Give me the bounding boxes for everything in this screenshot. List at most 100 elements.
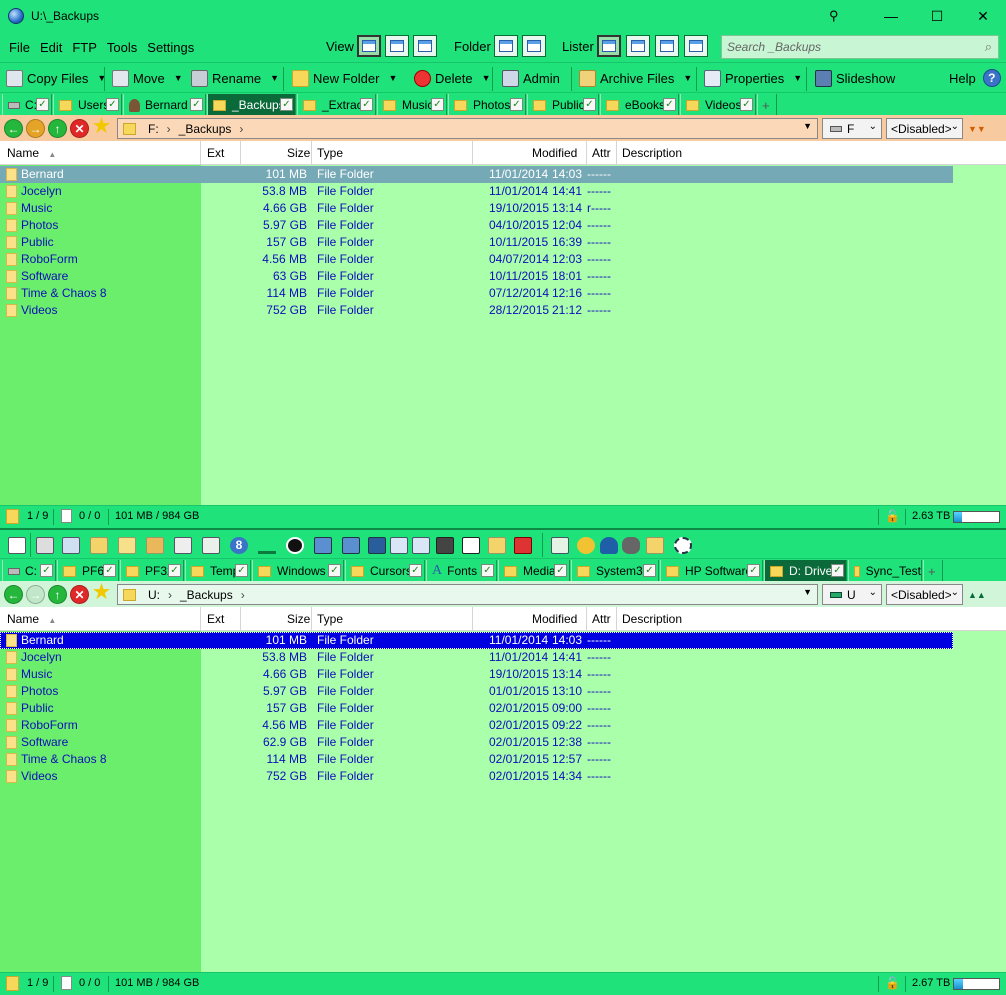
table-row[interactable]: Software 63 GB File Folder 10/11/2015 18:01-…: [0, 268, 953, 285]
folder-add-icon[interactable]: [646, 537, 664, 554]
new-tab-button[interactable]: +: [923, 560, 943, 582]
back-icon[interactable]: ←: [4, 119, 23, 138]
column-size[interactable]: Size: [287, 146, 310, 162]
column-description[interactable]: Description: [622, 612, 682, 628]
yin-yang-icon[interactable]: [286, 537, 304, 554]
lock-icon[interactable]: 🔓: [885, 976, 900, 990]
settings-gear-icon[interactable]: [674, 537, 692, 554]
table-row[interactable]: Time & Chaos 8 114 MB File Folder 02/01/201…: [0, 751, 953, 768]
back-icon[interactable]: ←: [4, 585, 23, 604]
tab-hp-software[interactable]: HP Software ✓: [660, 560, 763, 582]
tab-c-drive[interactable]: C: ✓: [2, 560, 56, 582]
path-breadcrumb[interactable]: F: › _Backups › ▼: [117, 118, 818, 139]
drive-select[interactable]: F ⌄: [822, 118, 882, 139]
folder-tools-icon[interactable]: [146, 537, 164, 554]
tab-users[interactable]: Users ✓: [53, 94, 122, 116]
breadcrumb-chevron-icon[interactable]: ›: [239, 122, 243, 136]
close-button[interactable]: ✕: [960, 0, 1006, 32]
table-row[interactable]: Videos 752 GB File Folder 02/01/2015 14:34 --…: [0, 768, 953, 785]
return-arrow-icon[interactable]: [258, 537, 276, 554]
tab-pf64[interactable]: PF64 ✓: [57, 560, 119, 582]
up-icon[interactable]: ↑: [48, 585, 67, 604]
tab-system32[interactable]: System32 ✓: [571, 560, 659, 582]
column-type[interactable]: Type: [317, 146, 343, 162]
tab-music[interactable]: Music ✓: [377, 94, 447, 116]
tab-videos[interactable]: Videos ✓: [680, 94, 756, 116]
lister-viewer-button[interactable]: [684, 35, 708, 57]
archive-files-button[interactable]: Archive Files ▼: [579, 67, 692, 89]
breadcrumb-folder[interactable]: _Backups: [179, 122, 232, 136]
copy-files-button[interactable]: Copy Files ▼: [6, 67, 106, 89]
tab-ebooks[interactable]: eBooks ✓: [600, 94, 679, 116]
keyboard-icon[interactable]: [436, 537, 454, 554]
column-divider[interactable]: [586, 607, 587, 631]
paint-icon[interactable]: [577, 537, 595, 554]
folder-compare-icon[interactable]: [488, 537, 506, 554]
column-attr[interactable]: Attr: [592, 612, 611, 628]
view-thumbnails-button[interactable]: [413, 35, 437, 57]
column-size[interactable]: Size: [287, 612, 310, 628]
lock-icon[interactable]: 🔓: [885, 509, 900, 523]
tab-public[interactable]: Public ✓: [527, 94, 599, 116]
search-folder-icon[interactable]: [118, 537, 136, 554]
tab-sync-test[interactable]: Sync_Test: [848, 560, 922, 582]
column-divider[interactable]: [586, 141, 587, 165]
tab-pf32[interactable]: PF32 ✓: [120, 560, 184, 582]
view-power-button[interactable]: [385, 35, 409, 57]
column-divider[interactable]: [240, 141, 241, 165]
tab-backups[interactable]: _Backups ✓: [207, 94, 296, 116]
column-divider[interactable]: [472, 607, 473, 631]
windows-8-icon[interactable]: 8: [230, 537, 248, 554]
mouse-icon[interactable]: [622, 537, 640, 554]
chevron-down-icon[interactable]: ▼: [683, 73, 692, 83]
console-icon[interactable]: [412, 537, 430, 554]
column-divider[interactable]: [200, 607, 201, 631]
column-modified[interactable]: Modified: [532, 612, 577, 628]
filter-select[interactable]: <Disabled> ⌄: [886, 584, 963, 605]
lister-horizontal-button[interactable]: [655, 35, 679, 57]
table-row[interactable]: RoboForm 4.56 MB File Folder 04/07/2014 12:0…: [0, 251, 953, 268]
column-description[interactable]: Description: [622, 146, 682, 162]
breadcrumb-drive[interactable]: U:: [148, 588, 160, 602]
forward-icon[interactable]: →: [26, 119, 45, 138]
move-button[interactable]: Move ▼: [112, 67, 183, 89]
maximize-button[interactable]: ☐: [914, 0, 960, 32]
table-row[interactable]: RoboForm 4.56 MB File Folder 02/01/2015 09:2…: [0, 717, 953, 734]
column-divider[interactable]: [616, 141, 617, 165]
tab-extract[interactable]: _Extract ✓: [297, 94, 376, 116]
menu-edit[interactable]: Edit: [35, 40, 67, 55]
table-row[interactable]: Bernard 101 MB File Folder 11/01/2014 14:03-…: [0, 632, 953, 649]
column-attr[interactable]: Attr: [592, 146, 611, 162]
monitor-icon[interactable]: [368, 537, 386, 554]
column-ext[interactable]: Ext: [207, 612, 224, 628]
network-icon[interactable]: [314, 537, 332, 554]
view-details-button[interactable]: [357, 35, 381, 57]
onedrive-icon[interactable]: [600, 537, 618, 554]
favorites-star-icon[interactable]: ★: [92, 116, 111, 137]
expand-icon[interactable]: ▲▲: [968, 590, 986, 600]
column-divider[interactable]: [311, 607, 312, 631]
image-viewer-icon[interactable]: [174, 537, 192, 554]
help-button[interactable]: Help?: [949, 67, 1001, 89]
checklist-icon[interactable]: [462, 537, 480, 554]
path-breadcrumb[interactable]: U: › _Backups › ▼: [117, 584, 818, 605]
rename-button[interactable]: Rename ▼: [191, 67, 279, 89]
column-divider[interactable]: [311, 141, 312, 165]
shapes-icon[interactable]: [514, 537, 532, 554]
filter-select[interactable]: <Disabled> ⌄: [886, 118, 963, 139]
tab-media[interactable]: Media ✓: [498, 560, 570, 582]
properties-button[interactable]: Properties ▼: [704, 67, 802, 89]
column-ext[interactable]: Ext: [207, 146, 224, 162]
favorites-star-icon[interactable]: ★: [92, 582, 111, 603]
table-row[interactable]: Public 157 GB File Folder 02/01/2015 09:00 --…: [0, 700, 953, 717]
column-divider[interactable]: [616, 607, 617, 631]
collapse-icon[interactable]: ▼▼: [968, 124, 986, 134]
table-row[interactable]: Time & Chaos 8 114 MB File Folder 07/12/201…: [0, 285, 953, 302]
menu-tools[interactable]: Tools: [102, 40, 142, 55]
stop-icon[interactable]: ✕: [70, 585, 89, 604]
find-icon[interactable]: [62, 537, 80, 554]
breadcrumb-folder[interactable]: _Backups: [180, 588, 233, 602]
table-row[interactable]: Videos 752 GB File Folder 28/12/2015 21:12 --…: [0, 302, 953, 319]
chevron-down-icon[interactable]: ▼: [388, 73, 397, 83]
minimize-button[interactable]: —: [868, 0, 914, 32]
